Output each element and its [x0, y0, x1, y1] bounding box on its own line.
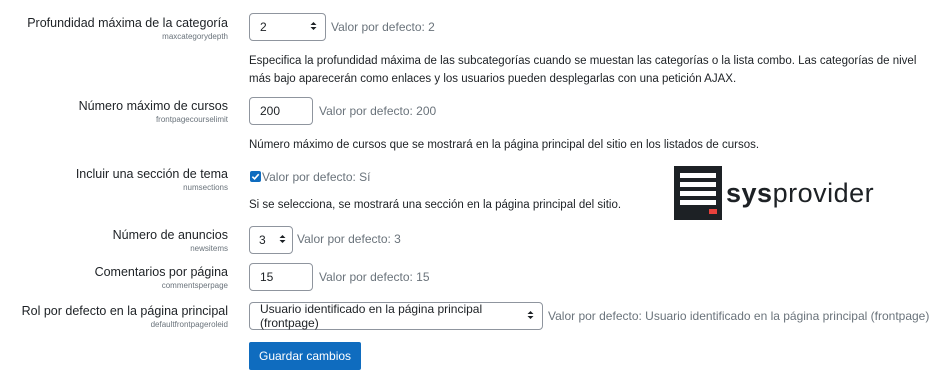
select-caret-icon	[527, 310, 534, 322]
setting-key: defaultfrontpageroleid	[150, 320, 228, 329]
setting-key: maxcategorydepth	[162, 32, 228, 41]
default-value: Valor por defecto: 200	[319, 104, 437, 118]
select-value: 3	[259, 233, 266, 247]
setting-label: Profundidad máxima de la categoría	[27, 16, 228, 30]
commentsperpage-input[interactable]: 15	[249, 263, 313, 291]
select-caret-icon	[310, 21, 317, 33]
setting-label: Incluir una sección de tema	[75, 167, 228, 181]
setting-description: Especifica la profundidad máxima de las …	[249, 55, 917, 85]
default-value: Valor por defecto: Usuario identificado …	[548, 309, 930, 323]
setting-label: Número de anuncios	[112, 228, 228, 242]
default-value: Valor por defecto: 2	[331, 20, 435, 34]
default-value: Valor por defecto: 15	[319, 270, 430, 284]
setting-description: Número máximo de cursos que se mostrará …	[249, 139, 760, 151]
setting-label: Rol por defecto en la página principal	[21, 304, 228, 318]
numsections-checkbox[interactable]	[250, 171, 261, 182]
select-value: 2	[260, 20, 267, 34]
sysprovider-logo: sysprovider	[674, 166, 874, 220]
setting-key: frontpagecourselimit	[155, 115, 228, 124]
default-value: Valor por defecto: 3	[297, 232, 401, 246]
frontpagecourselimit-input[interactable]: 200	[249, 97, 313, 125]
setting-key: newsitems	[190, 244, 228, 253]
logo-text-bold: sys	[726, 177, 773, 208]
setting-label: Número máximo de cursos	[78, 99, 228, 113]
save-changes-button[interactable]: Guardar cambios	[249, 342, 362, 370]
setting-key: numsections	[183, 183, 228, 192]
setting-label: Comentarios por página	[94, 265, 228, 279]
maxcategorydepth-select[interactable]: 2	[249, 13, 326, 41]
logo-text-light: provider	[772, 177, 875, 208]
default-value: Valor por defecto: Sí	[262, 170, 371, 184]
logo-text: sysprovider	[726, 178, 874, 209]
check-icon	[251, 173, 260, 181]
select-value: Usuario identificado en la página princi…	[260, 302, 483, 330]
select-caret-icon	[279, 234, 286, 246]
server-icon	[674, 166, 722, 220]
defaultfrontpageroleid-select[interactable]: Usuario identificado en la página princi…	[249, 302, 543, 330]
setting-key: commentsperpage	[161, 281, 228, 290]
newsitems-select[interactable]: 3	[249, 226, 293, 254]
